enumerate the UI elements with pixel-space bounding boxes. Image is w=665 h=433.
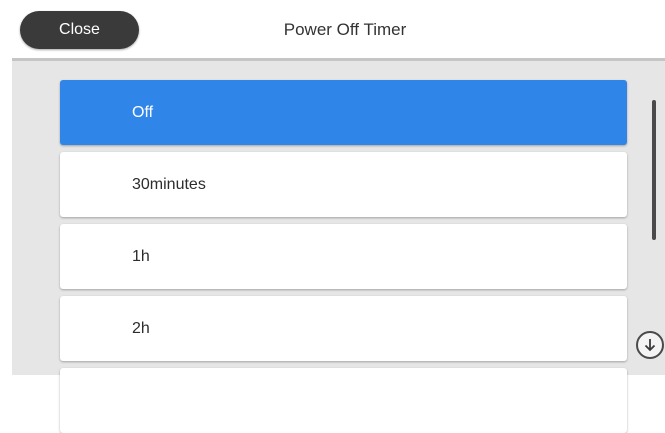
scrollbar[interactable] <box>652 100 656 240</box>
option-label: Off <box>132 104 154 121</box>
option-1h[interactable]: 1h <box>60 224 627 289</box>
option-partial[interactable] <box>60 368 627 433</box>
option-off[interactable]: Off <box>60 80 627 145</box>
header-bar: Close Power Off Timer <box>0 0 665 58</box>
option-label: 1h <box>132 248 150 265</box>
option-label: 2h <box>132 320 150 337</box>
scroll-down-icon[interactable] <box>636 331 664 359</box>
page-title: Power Off Timer <box>283 20 407 39</box>
option-30minutes[interactable]: 30minutes <box>60 152 627 217</box>
close-button[interactable]: Close <box>20 11 139 49</box>
option-label: 30minutes <box>132 176 206 193</box>
option-2h[interactable]: 2h <box>60 296 627 361</box>
